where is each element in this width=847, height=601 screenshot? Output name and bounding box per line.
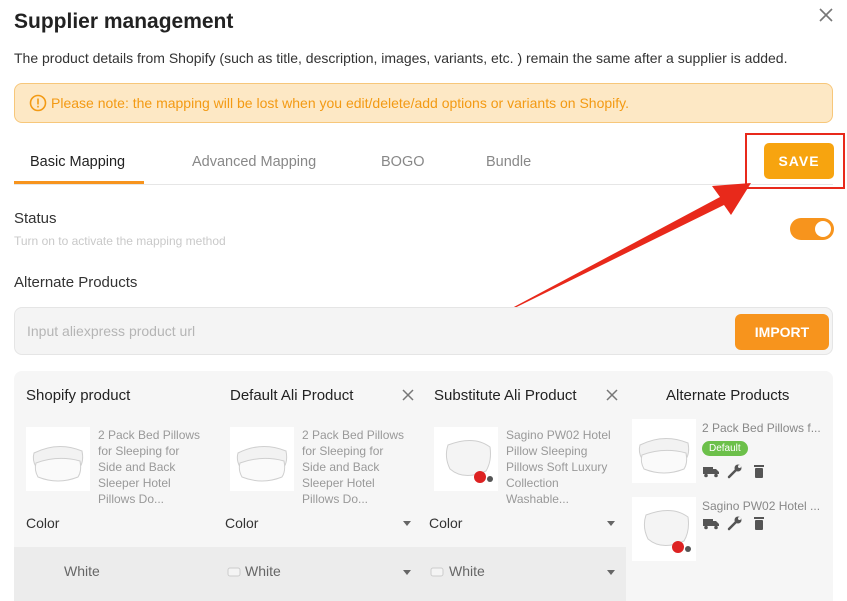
- active-tab-indicator: [14, 181, 144, 184]
- trash-icon[interactable]: [750, 515, 768, 531]
- chevron-down-icon[interactable]: [403, 521, 411, 526]
- alternate-item-name: 2 Pack Bed Pillows f...: [702, 421, 821, 435]
- alternate-item[interactable]: Sagino PW02 Hotel ...: [632, 497, 827, 563]
- chevron-down-icon[interactable]: [403, 570, 411, 575]
- header-substitute-ali-product: Substitute Ali Product: [434, 387, 577, 404]
- default-product-cell: 2 Pack Bed Pillows for Sleeping for Side…: [230, 423, 420, 506]
- toggle-knob: [815, 221, 831, 237]
- alternate-item-actions: [702, 515, 768, 531]
- dialog-title: Supplier management: [14, 10, 234, 33]
- mapping-tabs: Basic Mapping Advanced Mapping BOGO Bund…: [14, 142, 833, 185]
- trash-icon[interactable]: [750, 463, 768, 479]
- default-badge: Default: [702, 441, 748, 456]
- shipping-truck-icon[interactable]: [702, 515, 720, 531]
- pillow-thumbnail: [230, 427, 294, 491]
- alternate-item[interactable]: 2 Pack Bed Pillows f... Default: [632, 419, 827, 485]
- remove-substitute-icon[interactable]: [604, 387, 620, 403]
- pillow-thumbnail: [26, 427, 90, 491]
- warning-icon: [29, 94, 47, 112]
- notice-text: Please note: the mapping will be lost wh…: [51, 95, 629, 111]
- shopify-product-cell: 2 Pack Bed Pillows for Sleeping for Side…: [26, 423, 216, 506]
- variant-swatch-icon: [430, 567, 444, 577]
- substitute-option-select[interactable]: Color: [429, 515, 462, 531]
- tab-basic-mapping[interactable]: Basic Mapping: [30, 154, 125, 170]
- substitute-variant-select[interactable]: White: [449, 563, 485, 579]
- import-button[interactable]: IMPORT: [735, 314, 829, 350]
- wrench-icon[interactable]: [726, 515, 744, 531]
- substitute-product-title: Sagino PW02 Hotel Pillow Sleeping Pillow…: [506, 428, 611, 506]
- status-label: Status: [14, 210, 57, 227]
- shipping-truck-icon[interactable]: [702, 463, 720, 479]
- header-default-ali-product: Default Ali Product: [230, 387, 354, 404]
- save-button[interactable]: SAVE: [764, 143, 834, 179]
- substitute-product-cell: Sagino PW02 Hotel Pillow Sleeping Pillow…: [434, 423, 624, 506]
- header-alternate-products: Alternate Products: [666, 387, 790, 404]
- variant-swatch-icon: [227, 567, 241, 577]
- tab-bogo[interactable]: BOGO: [381, 154, 425, 170]
- tab-advanced-mapping[interactable]: Advanced Mapping: [192, 154, 316, 170]
- alternate-item-actions: [702, 463, 768, 479]
- pillow-thumbnail: [632, 419, 696, 483]
- notice-banner: Please note: the mapping will be lost wh…: [14, 83, 833, 123]
- option-label: Color: [26, 515, 60, 531]
- chevron-down-icon[interactable]: [607, 521, 615, 526]
- alternate-products-title: Alternate Products: [14, 274, 138, 291]
- alternate-products-panel: Alternate Products 2 Pack Bed Pillows f.…: [626, 371, 833, 601]
- default-variant-select[interactable]: White: [245, 563, 281, 579]
- remove-default-icon[interactable]: [400, 387, 416, 403]
- shopify-product-title: 2 Pack Bed Pillows for Sleeping for Side…: [98, 428, 201, 506]
- default-option-select[interactable]: Color: [225, 515, 258, 531]
- pillow-thumbnail: [434, 427, 498, 491]
- close-icon[interactable]: [815, 4, 837, 26]
- mapping-table: Shopify product Default Ali Product Subs…: [14, 371, 833, 601]
- product-url-input[interactable]: [15, 308, 715, 354]
- shopify-variant-value: White: [64, 563, 100, 579]
- alternate-item-name: Sagino PW02 Hotel ...: [702, 499, 821, 513]
- chevron-down-icon[interactable]: [607, 570, 615, 575]
- status-sublabel: Turn on to activate the mapping method: [14, 234, 226, 248]
- default-product-title: 2 Pack Bed Pillows for Sleeping for Side…: [302, 428, 405, 506]
- pillow-thumbnail: [632, 497, 696, 561]
- status-toggle[interactable]: [790, 218, 834, 240]
- tab-bundle[interactable]: Bundle: [486, 154, 531, 170]
- wrench-icon[interactable]: [726, 463, 744, 479]
- dialog-description: The product details from Shopify (such a…: [14, 50, 788, 66]
- option-row: Color Color Color: [14, 503, 626, 547]
- header-shopify-product: Shopify product: [26, 387, 131, 404]
- url-field-wrapper: IMPORT: [14, 307, 833, 355]
- variant-row: White White White: [14, 547, 626, 601]
